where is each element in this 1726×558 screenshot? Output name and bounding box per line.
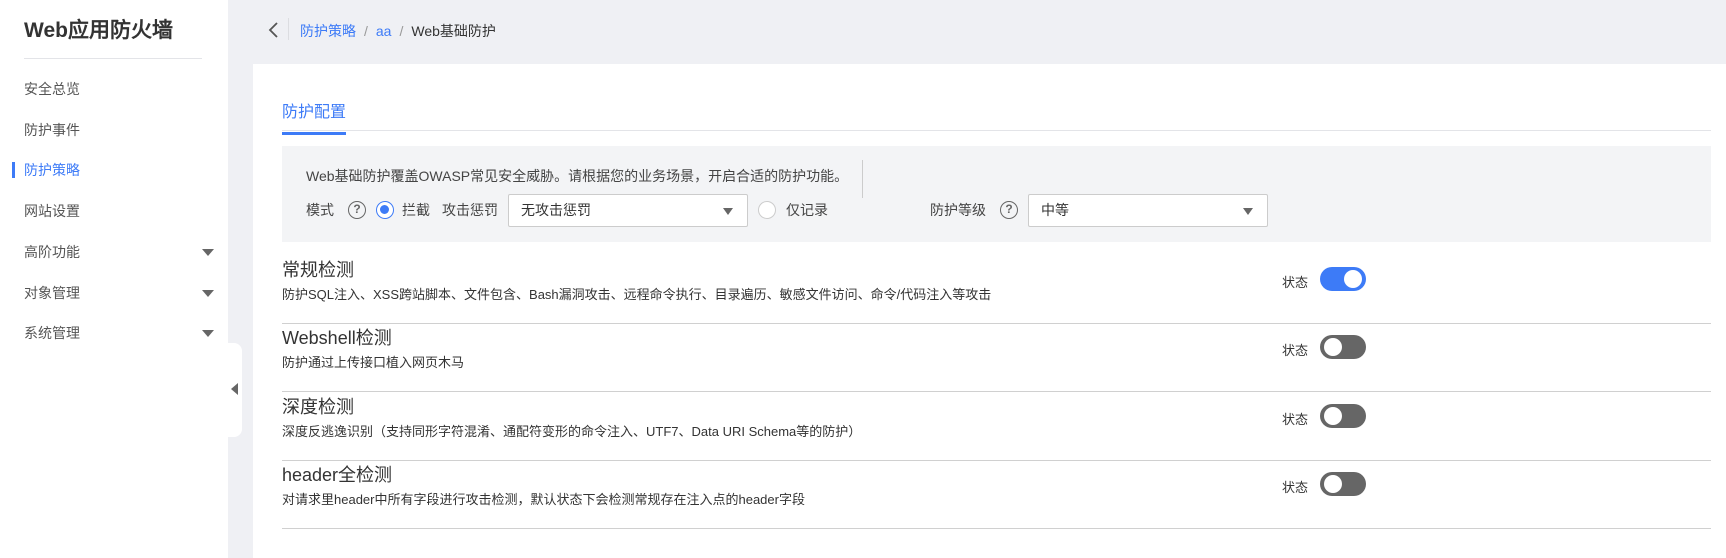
regular-detection-toggle[interactable] <box>1320 267 1366 291</box>
breadcrumb-separator: / <box>364 23 368 39</box>
help-icon[interactable]: ? <box>1000 201 1018 219</box>
breadcrumb-current: Web基础防护 <box>411 23 496 39</box>
section-desc: 防护通过上传接口植入网页木马 <box>282 355 465 370</box>
caret-down-icon <box>202 330 214 337</box>
sidebar-item-system[interactable]: 系统管理 <box>24 321 214 345</box>
level-row: 防护等级 ? 中等 <box>930 193 1268 227</box>
section-regular-detection: 常规检测 防护SQL注入、XSS跨站脚本、文件包含、Bash漏洞攻击、远程命令执… <box>282 256 1711 324</box>
block-label: 拦截 <box>402 202 430 218</box>
section-title: 深度检测 <box>282 397 354 417</box>
state-label: 状态 <box>1282 412 1309 427</box>
config-description: Web基础防护覆盖OWASP常见安全威胁。请根据您的业务场景，开启合适的防护功能… <box>306 168 849 184</box>
breadcrumb: 防护策略 / aa / Web基础防护 <box>300 21 496 41</box>
penalty-select[interactable]: 无攻击惩罚 <box>508 193 748 227</box>
back-chevron-icon[interactable] <box>264 20 284 40</box>
mode-label: 模式 <box>306 202 334 218</box>
sidebar-item-policies[interactable]: 防护策略 <box>12 158 214 182</box>
section-deep-detection: 深度检测 深度反逃逸识别（支持同形字符混淆、通配符变形的命令注入、UTF7、Da… <box>282 393 1711 461</box>
section-header-detection: header全检测 对请求里header中所有字段进行攻击检测，默认状态下会检测… <box>282 461 1711 529</box>
breadcrumb-separator: / <box>399 23 404 39</box>
config-panel: Web基础防护覆盖OWASP常见安全威胁。请根据您的业务场景，开启合适的防护功能… <box>282 146 1711 242</box>
header-detection-toggle[interactable] <box>1320 472 1366 496</box>
caret-left-icon <box>231 383 238 395</box>
sidebar-item-overview[interactable]: 安全总览 <box>24 77 214 101</box>
caret-down-icon <box>202 290 214 297</box>
sidebar-item-site-settings[interactable]: 网站设置 <box>24 199 214 223</box>
header: 防护策略 / aa / Web基础防护 <box>228 0 1726 64</box>
content-card: 防护配置 Web基础防护覆盖OWASP常见安全威胁。请根据您的业务场景，开启合适… <box>253 64 1726 558</box>
state-label: 状态 <box>1282 275 1309 290</box>
level-label: 防护等级 <box>930 202 986 218</box>
sidebar-item-label: 安全总览 <box>24 81 80 97</box>
sidebar-item-label: 系统管理 <box>24 325 80 341</box>
sidebar-item-events[interactable]: 防护事件 <box>24 118 214 142</box>
level-value: 中等 <box>1041 201 1069 218</box>
breadcrumb-link-policies[interactable]: 防护策略 <box>300 23 356 39</box>
state-label: 状态 <box>1282 343 1309 358</box>
block-radio[interactable] <box>376 201 394 219</box>
section-title: Webshell检测 <box>282 328 392 348</box>
sidebar: Web应用防火墙 安全总览 防护事件 防护策略 网站设置 高阶功能 对象管理 系… <box>0 0 228 558</box>
breadcrumb-link-aa[interactable]: aa <box>376 23 392 39</box>
log-only-radio[interactable] <box>758 201 776 219</box>
caret-down-icon <box>1243 207 1253 215</box>
penalty-label: 攻击惩罚 <box>442 202 498 218</box>
tab-divider <box>282 130 1711 131</box>
app-title: Web应用防火墙 <box>24 19 173 42</box>
log-only-label: 仅记录 <box>786 202 828 218</box>
state-label: 状态 <box>1282 480 1309 495</box>
webshell-detection-toggle[interactable] <box>1320 335 1366 359</box>
deep-detection-toggle[interactable] <box>1320 404 1366 428</box>
sidebar-item-objects[interactable]: 对象管理 <box>24 281 214 305</box>
section-title: 常规检测 <box>282 260 354 280</box>
sidebar-item-label: 网站设置 <box>24 203 80 219</box>
divider <box>862 160 863 198</box>
sidebar-item-label: 高阶功能 <box>24 244 80 260</box>
section-desc: 防护SQL注入、XSS跨站脚本、文件包含、Bash漏洞攻击、远程命令执行、目录遍… <box>282 287 992 302</box>
help-icon[interactable]: ? <box>348 201 366 219</box>
penalty-value: 无攻击惩罚 <box>521 201 591 218</box>
caret-down-icon <box>723 207 733 215</box>
section-desc: 对请求里header中所有字段进行攻击检测，默认状态下会检测常规存在注入点的he… <box>282 492 805 507</box>
caret-down-icon <box>202 249 214 256</box>
section-desc: 深度反逃逸识别（支持同形字符混淆、通配符变形的命令注入、UTF7、Data UR… <box>282 424 862 439</box>
sidebar-item-label: 防护事件 <box>24 122 80 138</box>
section-webshell-detection: Webshell检测 防护通过上传接口植入网页木马 状态 <box>282 324 1711 392</box>
sidebar-collapse-button[interactable] <box>228 343 242 437</box>
divider <box>24 58 202 59</box>
sidebar-item-advanced[interactable]: 高阶功能 <box>24 240 214 264</box>
divider <box>288 18 289 40</box>
mode-row: 模式 ? 拦截 攻击惩罚 无攻击惩罚 仅记录 <box>306 193 828 227</box>
sidebar-item-label: 对象管理 <box>24 285 80 301</box>
section-title: header全检测 <box>282 465 393 485</box>
level-select[interactable]: 中等 <box>1028 193 1268 227</box>
sidebar-item-label: 防护策略 <box>24 162 80 178</box>
